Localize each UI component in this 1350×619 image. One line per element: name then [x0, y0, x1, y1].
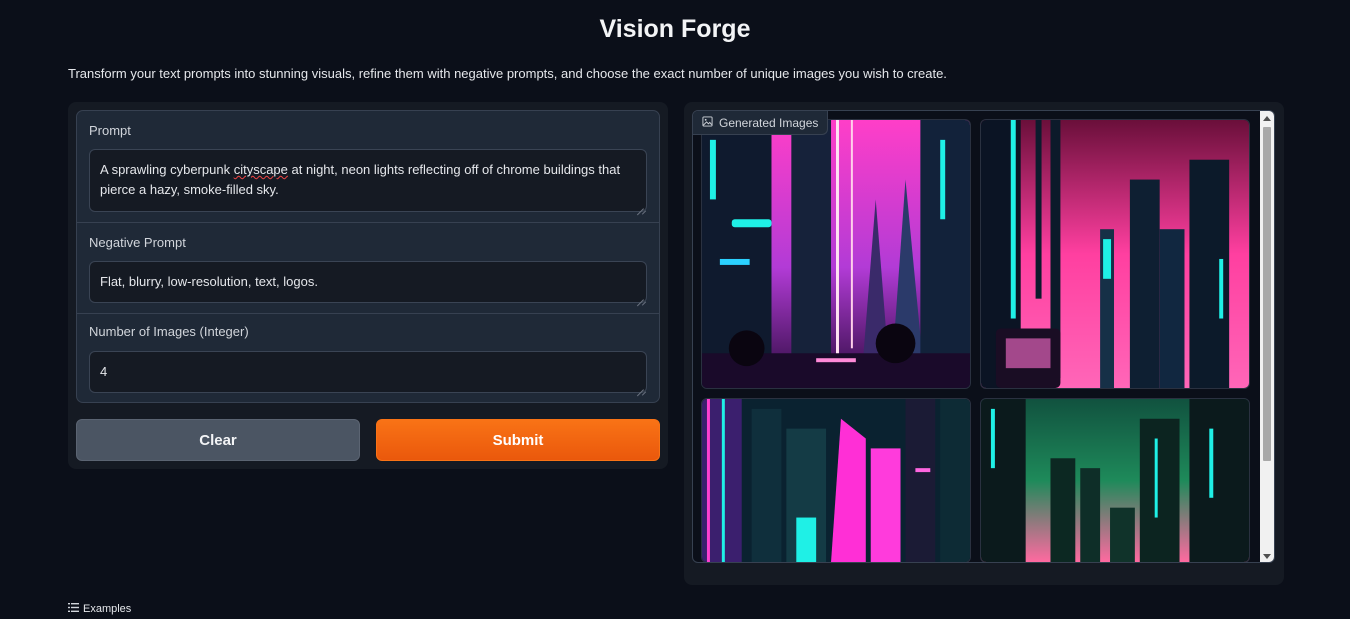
gallery-label-tag: Generated Images: [693, 111, 829, 135]
negative-prompt-textarea[interactable]: Flat, blurry, low-resolution, text, logo…: [89, 261, 647, 303]
output-panel: Generated Images: [684, 102, 1284, 585]
prompt-field-group: Prompt A sprawling cyberpunk cityscape a…: [77, 111, 659, 222]
page-title: Vision Forge: [599, 15, 751, 43]
gallery-image-3[interactable]: [701, 398, 971, 562]
submit-button[interactable]: Submit: [376, 419, 660, 461]
examples-toggle[interactable]: Examples: [68, 603, 131, 615]
resize-handle-icon[interactable]: [637, 383, 644, 390]
scroll-thumb[interactable]: [1263, 127, 1271, 461]
num-images-label: Number of Images (Integer): [89, 324, 249, 339]
input-panel: Prompt A sprawling cyberpunk cityscape a…: [68, 102, 668, 469]
num-images-value: 4: [100, 364, 108, 379]
image-gallery: Generated Images: [692, 110, 1275, 563]
scroll-down-icon[interactable]: [1263, 554, 1271, 559]
prompt-text-misspelled: cityscape: [233, 162, 288, 177]
prompt-label: Prompt: [89, 123, 131, 138]
resize-handle-icon[interactable]: [637, 202, 644, 209]
negative-prompt-label: Negative Prompt: [89, 235, 186, 250]
negative-prompt-field-group: Negative Prompt Flat, blurry, low-resolu…: [77, 222, 659, 313]
negative-prompt-text: Flat, blurry, low-resolution, text, logo…: [100, 274, 318, 289]
prompt-textarea[interactable]: A sprawling cyberpunk cityscape at night…: [89, 149, 647, 212]
gallery-label: Generated Images: [719, 115, 819, 130]
examples-label: Examples: [83, 603, 132, 615]
page-description: Transform your text prompts into stunnin…: [68, 66, 947, 81]
prompt-text-1: A sprawling cyberpunk: [100, 162, 234, 177]
num-images-field-group: Number of Images (Integer) 4: [77, 313, 659, 402]
scroll-up-icon[interactable]: [1263, 116, 1271, 121]
list-icon: [68, 603, 79, 615]
num-images-input[interactable]: 4: [89, 351, 647, 393]
gallery-scrollbar[interactable]: [1260, 111, 1274, 562]
clear-button[interactable]: Clear: [76, 419, 360, 461]
image-icon: [702, 115, 713, 130]
gallery-image-4[interactable]: [980, 398, 1250, 562]
form-block: Prompt A sprawling cyberpunk cityscape a…: [76, 110, 660, 403]
gallery-image-1[interactable]: [701, 119, 971, 389]
resize-handle-icon[interactable]: [637, 293, 644, 300]
gallery-image-2[interactable]: [980, 119, 1250, 389]
